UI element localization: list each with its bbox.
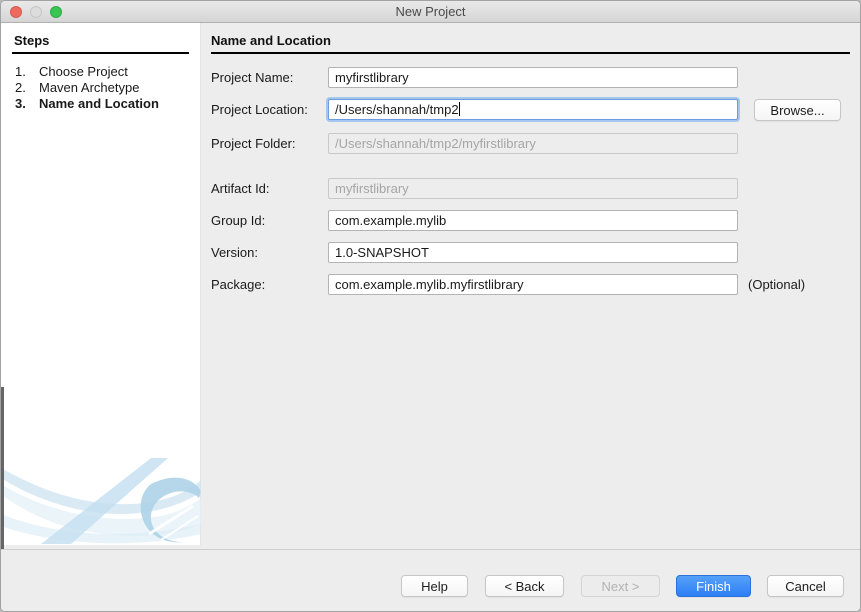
new-project-dialog: New Project Steps 1. Choose Project 2. M… bbox=[0, 0, 861, 612]
panel-heading-rule bbox=[211, 52, 850, 54]
background-window-edge bbox=[1, 387, 4, 563]
version-row: Version: 1.0-SNAPSHOT bbox=[201, 242, 861, 264]
step-label: Maven Archetype bbox=[39, 80, 139, 96]
back-button[interactable]: < Back bbox=[485, 575, 564, 597]
finish-button[interactable]: Finish bbox=[676, 575, 751, 597]
title-bar[interactable]: New Project bbox=[1, 1, 860, 23]
package-row: Package: com.example.mylib.myfirstlibrar… bbox=[201, 274, 861, 296]
group-id-field[interactable]: com.example.mylib bbox=[328, 210, 738, 231]
project-name-row: Project Name: myfirstlibrary bbox=[201, 67, 861, 89]
project-folder-label: Project Folder: bbox=[211, 133, 296, 154]
package-label: Package: bbox=[211, 274, 265, 295]
artifact-id-row: Artifact Id: myfirstlibrary bbox=[201, 178, 861, 200]
package-field[interactable]: com.example.mylib.myfirstlibrary bbox=[328, 274, 738, 295]
help-button[interactable]: Help bbox=[401, 575, 468, 597]
group-id-label: Group Id: bbox=[211, 210, 265, 231]
steps-heading: Steps bbox=[14, 33, 49, 48]
step-label: Choose Project bbox=[39, 64, 128, 80]
step-item-name-and-location: 3. Name and Location bbox=[15, 96, 159, 112]
steps-heading-rule bbox=[12, 52, 189, 54]
project-name-field[interactable]: myfirstlibrary bbox=[328, 67, 738, 88]
steps-sidebar: Steps 1. Choose Project 2. Maven Archety… bbox=[1, 23, 201, 545]
steps-list: 1. Choose Project 2. Maven Archetype 3. … bbox=[15, 64, 159, 112]
wizard-watermark-graphic bbox=[1, 454, 201, 544]
version-field[interactable]: 1.0-SNAPSHOT bbox=[328, 242, 738, 263]
panel-heading: Name and Location bbox=[211, 33, 331, 48]
browse-button[interactable]: Browse... bbox=[754, 99, 841, 121]
version-label: Version: bbox=[211, 242, 258, 263]
group-id-row: Group Id: com.example.mylib bbox=[201, 210, 861, 232]
name-and-location-panel: Name and Location Project Name: myfirstl… bbox=[201, 23, 861, 550]
text-caret bbox=[459, 102, 460, 116]
project-location-row: Project Location: /Users/shannah/tmp2 Br… bbox=[201, 99, 861, 121]
step-item-maven-archetype: 2. Maven Archetype bbox=[15, 80, 159, 96]
project-folder-field: /Users/shannah/tmp2/myfirstlibrary bbox=[328, 133, 738, 154]
next-button: Next > bbox=[581, 575, 660, 597]
optional-hint: (Optional) bbox=[748, 274, 805, 295]
project-folder-row: Project Folder: /Users/shannah/tmp2/myfi… bbox=[201, 133, 861, 155]
cancel-button[interactable]: Cancel bbox=[767, 575, 844, 597]
project-name-label: Project Name: bbox=[211, 67, 293, 88]
step-item-choose-project: 1. Choose Project bbox=[15, 64, 159, 80]
project-location-label: Project Location: bbox=[211, 99, 308, 120]
artifact-id-label: Artifact Id: bbox=[211, 178, 270, 199]
step-label: Name and Location bbox=[39, 96, 159, 112]
project-location-field[interactable]: /Users/shannah/tmp2 bbox=[328, 99, 738, 120]
artifact-id-field: myfirstlibrary bbox=[328, 178, 738, 199]
window-title: New Project bbox=[1, 1, 860, 23]
dialog-button-bar: Help < Back Next > Finish Cancel bbox=[1, 549, 860, 611]
